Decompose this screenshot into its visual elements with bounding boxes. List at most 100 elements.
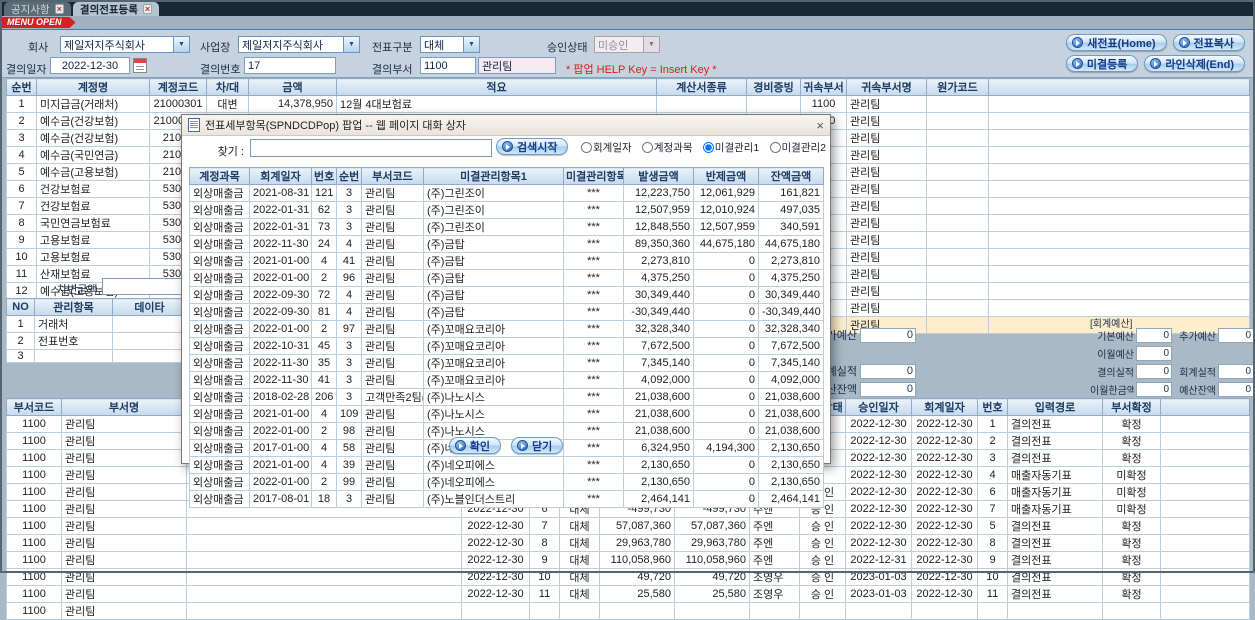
cell[interactable] (599, 602, 675, 620)
cell[interactable]: -30,349,440 (758, 303, 824, 321)
cell[interactable]: 1100 (6, 500, 62, 518)
cell[interactable]: 0 (693, 473, 759, 491)
cell[interactable]: 2022-11-30 (249, 371, 312, 389)
cell[interactable]: 0 (693, 269, 759, 287)
cell[interactable]: 21,038,600 (623, 388, 694, 406)
cell[interactable]: 2022-12-30 (845, 432, 912, 450)
cell[interactable]: 관리팀 (846, 231, 927, 249)
table-row[interactable]: 1100 관리팀 2022-12-30 11 대체 25,580 25,580 조영우 승 인2… (6, 585, 1250, 603)
cell[interactable]: (주)금탑 (423, 303, 564, 321)
cell[interactable]: 12,848,550 (623, 218, 694, 236)
cell[interactable]: 외상매출금 (189, 184, 250, 202)
cell[interactable]: 확정 (1102, 551, 1161, 569)
cell[interactable]: 7 (977, 500, 1008, 518)
cell[interactable]: 관리팀 (361, 252, 424, 270)
cell[interactable]: (주)꼬매요코리아 (423, 320, 564, 338)
cell[interactable] (112, 315, 187, 333)
cell[interactable] (926, 180, 989, 198)
cell[interactable]: 외상매출금 (189, 320, 250, 338)
cell[interactable]: 39 (336, 456, 362, 474)
cell[interactable]: 2022-12-30 (845, 466, 912, 484)
cell[interactable]: (주)노블인더스트리 (423, 490, 564, 508)
cell[interactable]: 조영우 (749, 585, 800, 603)
cell[interactable]: 21000301 (149, 95, 207, 113)
cell[interactable]: 확정 (1102, 432, 1161, 450)
cell[interactable]: 2022-12-30 (911, 466, 978, 484)
cell[interactable]: 7,345,140 (623, 354, 694, 372)
cell[interactable]: (주)그린조이 (423, 201, 564, 219)
cell[interactable]: 32,328,340 (623, 320, 694, 338)
table-row[interactable]: 2 전표번호 (6, 332, 187, 350)
cell[interactable]: 3 (336, 371, 362, 389)
cell[interactable]: 35 (311, 354, 337, 372)
cell[interactable]: 12,061,929 (693, 184, 759, 202)
cell[interactable]: 0 (693, 286, 759, 304)
table-row[interactable]: 외상매출금 2022-11-30 35 3 관리팀 (주)꼬매요코리아 *** 7,345,1… (189, 354, 824, 372)
cell[interactable]: 예수금(고용보험) (36, 163, 150, 181)
chevron-down-icon[interactable]: ▼ (343, 37, 359, 52)
cell[interactable]: 7 (6, 197, 37, 215)
cell[interactable]: (주)금탑 (423, 252, 564, 270)
chevron-down-icon[interactable]: ▼ (643, 37, 659, 52)
cell[interactable]: 49,720 (599, 568, 675, 586)
cell[interactable]: 25,580 (599, 585, 675, 603)
cell[interactable]: *** (563, 235, 624, 253)
cell[interactable]: 24 (311, 235, 337, 253)
cell[interactable]: 확정 (1102, 568, 1161, 586)
radio-option-2[interactable]: 계정과목 (641, 140, 693, 155)
cell[interactable]: 96 (336, 269, 362, 287)
cell[interactable]: 관리팀 (61, 551, 187, 569)
cell[interactable]: 2021-08-31 (249, 184, 312, 202)
radio-input[interactable] (641, 142, 653, 153)
cell[interactable]: 대변 (206, 95, 249, 113)
cell[interactable]: 2022-12-30 (845, 534, 912, 552)
cell[interactable]: 2,130,650 (758, 456, 824, 474)
cell[interactable]: 관리팀 (361, 473, 424, 491)
slip-type-select[interactable]: 대체 ▼ (420, 36, 480, 53)
cell[interactable]: 4 (336, 303, 362, 321)
cell[interactable]: 2,130,650 (623, 456, 694, 474)
cell[interactable]: (주)네오피에스 (423, 473, 564, 491)
cell[interactable]: 관리팀 (361, 354, 424, 372)
cell[interactable]: 관리팀 (61, 517, 187, 535)
cell[interactable]: 관리팀 (61, 449, 187, 467)
table-row[interactable]: 1100 관리팀 2022-12-30 9 대체 110,058,960 110,058,9… (6, 551, 1250, 569)
cell[interactable]: 9 (977, 551, 1008, 569)
ok-button[interactable]: 확인 (448, 437, 501, 454)
cell[interactable]: 2 (311, 269, 337, 287)
cell[interactable]: 97 (336, 320, 362, 338)
cell[interactable]: 외상매출금 (189, 218, 250, 236)
tab-close-icon[interactable]: × (54, 4, 64, 14)
cell[interactable]: 2022-12-30 (845, 517, 912, 535)
cell[interactable]: -30,349,440 (623, 303, 694, 321)
cell[interactable]: 관리팀 (846, 180, 927, 198)
cell[interactable]: *** (563, 371, 624, 389)
cell[interactable]: 외상매출금 (189, 371, 250, 389)
cell[interactable]: 관리팀 (846, 146, 927, 164)
search-input[interactable] (250, 139, 492, 157)
cell[interactable]: 관리팀 (846, 248, 927, 266)
cell[interactable]: 30,349,440 (623, 286, 694, 304)
cell[interactable] (988, 95, 1250, 113)
cell[interactable]: 6 (6, 180, 37, 198)
cell[interactable]: 확정 (1102, 415, 1161, 433)
cell[interactable] (112, 349, 187, 363)
table-row[interactable]: 외상매출금 2022-09-30 81 4 관리팀 (주)금탑 *** -30,349,440… (189, 303, 824, 321)
cell[interactable]: 2022-09-30 (249, 303, 312, 321)
cell[interactable]: 3 (336, 201, 362, 219)
cell[interactable]: 0 (693, 252, 759, 270)
cell[interactable]: *** (563, 218, 624, 236)
cell[interactable]: 2022-01-00 (249, 269, 312, 287)
calendar-icon[interactable] (133, 58, 147, 73)
cell[interactable] (988, 197, 1250, 215)
cell[interactable] (746, 95, 801, 113)
cell[interactable]: 1100 (6, 517, 62, 535)
cell[interactable]: 결의전표 (1007, 585, 1103, 603)
cell[interactable]: 2,273,810 (623, 252, 694, 270)
cell[interactable] (1160, 568, 1250, 586)
cell[interactable]: 1100 (6, 568, 62, 586)
cell[interactable]: 확정 (1102, 534, 1161, 552)
cell[interactable]: (주)그린조이 (423, 218, 564, 236)
cell[interactable]: 0 (693, 371, 759, 389)
cell[interactable] (926, 163, 989, 181)
